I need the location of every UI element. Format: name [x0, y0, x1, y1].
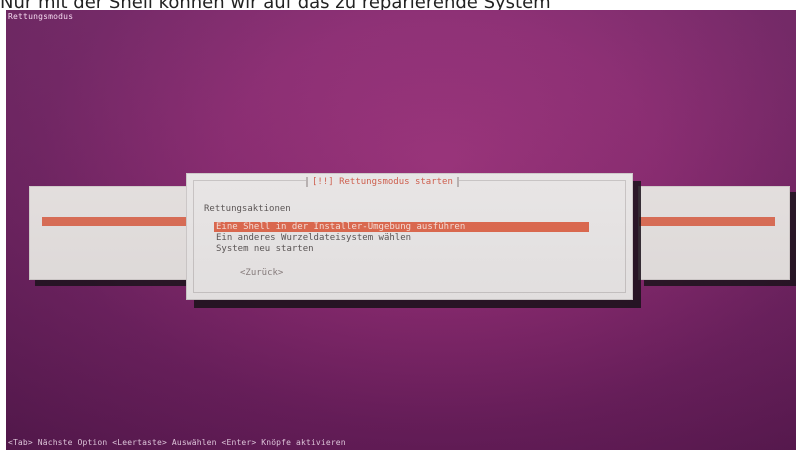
background-panel-right [638, 186, 790, 280]
option-root-fs[interactable]: Ein anderes Wurzeldateisystem wählen [214, 233, 589, 243]
dialog-border: [!!] Rettungsmodus starten Rettungsaktio… [193, 177, 626, 293]
keyboard-help-footer: <Tab> Nächste Option <Leertaste> Auswähl… [8, 438, 346, 447]
option-reboot[interactable]: System neu starten [214, 244, 589, 254]
rescue-options-list: Eine Shell in der Installer-Umgebung aus… [214, 222, 589, 255]
dialog-title: [!!] Rettungsmodus starten [306, 177, 459, 187]
photo-frame: Nur mit der Shell können wir auf das zu … [0, 0, 800, 450]
dialog-label: Rettungsaktionen [204, 204, 291, 214]
installer-screen: Rettungsmodus [!!] Rettungsmodus starten… [6, 10, 796, 450]
progress-bar-right [639, 217, 775, 226]
progress-bar-left [42, 217, 200, 226]
option-shell[interactable]: Eine Shell in der Installer-Umgebung aus… [214, 222, 589, 232]
background-panel-left [29, 186, 201, 280]
rescue-mode-dialog: [!!] Rettungsmodus starten Rettungsaktio… [186, 173, 633, 300]
screen-title: Rettungsmodus [8, 12, 74, 21]
back-button[interactable]: <Zurück> [240, 268, 283, 278]
